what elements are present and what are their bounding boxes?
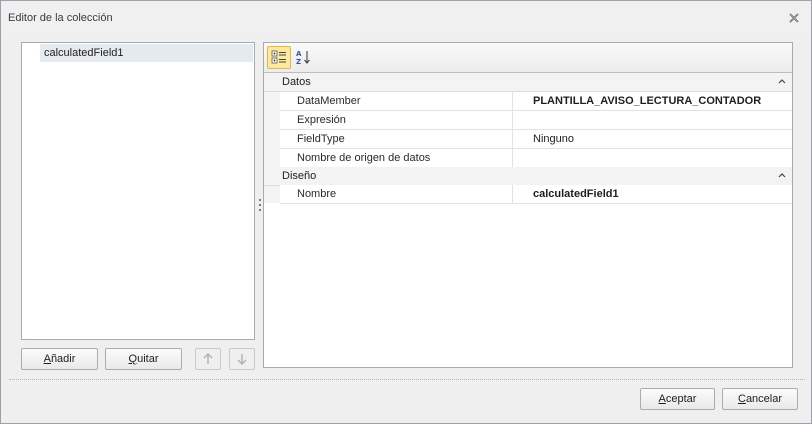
property-row-expresion[interactable]: Expresión — [280, 111, 792, 130]
category-datos[interactable]: Datos — [264, 73, 792, 92]
property-name: Expresión — [297, 114, 346, 126]
property-row-fieldtype[interactable]: FieldType Ninguno — [280, 130, 792, 149]
arrow-up-icon — [203, 353, 213, 364]
property-grid: A Z Datos DataMember PLANTILLA_AVISO_LEC… — [263, 42, 793, 368]
svg-text:Z: Z — [296, 58, 301, 65]
close-icon — [789, 13, 799, 23]
category-diseno[interactable]: Diseño — [264, 167, 792, 186]
property-row-datasource-name[interactable]: Nombre de origen de datos — [280, 149, 792, 168]
property-value-datamember[interactable]: PLANTILLA_AVISO_LECTURA_CONTADOR — [529, 92, 792, 110]
close-button[interactable] — [787, 11, 801, 25]
footer-divider — [9, 379, 805, 380]
title-bar: Editor de la colección — [1, 1, 811, 35]
property-name: Nombre de origen de datos — [297, 152, 431, 164]
collection-list[interactable]: calculatedField1 — [21, 42, 255, 340]
property-row-datamember[interactable]: DataMember PLANTILLA_AVISO_LECTURA_CONTA… — [280, 92, 792, 111]
property-value-datasource-name[interactable] — [529, 149, 792, 167]
categorized-view-button[interactable] — [267, 46, 291, 69]
remove-button[interactable]: Quitar — [105, 348, 182, 370]
move-down-button[interactable] — [229, 348, 255, 370]
sort-alphabetical-icon: A Z — [296, 50, 310, 65]
property-name: DataMember — [297, 95, 361, 107]
collection-editor-window: Editor de la colección calculatedField1 … — [0, 0, 812, 424]
category-label: Datos — [282, 76, 311, 88]
panel-splitter[interactable] — [258, 199, 261, 215]
property-value-expresion[interactable] — [529, 111, 792, 129]
arrow-down-icon — [237, 354, 247, 365]
category-label: Diseño — [282, 170, 317, 182]
list-item[interactable]: calculatedField1 — [40, 44, 253, 62]
svg-text:A: A — [296, 50, 302, 58]
add-button[interactable]: Añadir — [21, 348, 98, 370]
property-value-nombre[interactable]: calculatedField1 — [529, 185, 792, 203]
cancel-button[interactable]: Cancelar — [722, 388, 798, 410]
move-up-button[interactable] — [195, 348, 221, 370]
ok-button[interactable]: Aceptar — [640, 388, 715, 410]
property-grid-toolbar: A Z — [264, 43, 792, 73]
list-item-label: calculatedField1 — [44, 47, 124, 59]
window-title: Editor de la colección — [8, 12, 113, 24]
collapse-icon[interactable] — [778, 78, 786, 84]
alphabetical-view-button[interactable]: A Z — [293, 46, 315, 67]
property-value-fieldtype[interactable]: Ninguno — [529, 130, 792, 148]
categorized-icon — [271, 50, 286, 64]
property-name: Nombre — [297, 188, 337, 200]
property-name: FieldType — [297, 133, 345, 145]
property-row-nombre[interactable]: Nombre calculatedField1 — [280, 185, 792, 204]
collapse-icon[interactable] — [778, 172, 786, 178]
property-grid-gutter — [264, 91, 280, 203]
